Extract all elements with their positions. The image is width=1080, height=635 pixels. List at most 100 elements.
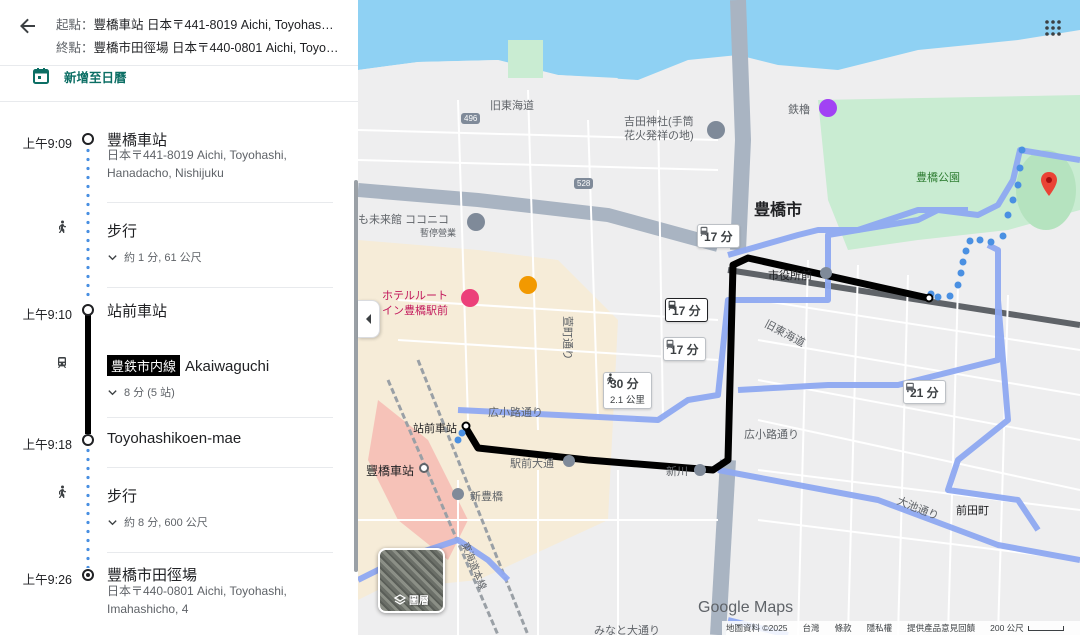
maps-app: 起點：豐橋車站 日本〒441-8019 Aichi, Toyohashi, Ha… (0, 0, 1080, 635)
directions-panel: 起點：豐橋車站 日本〒441-8019 Aichi, Toyohashi, Ha… (0, 0, 358, 635)
map-label-poi: 吉田神社(手筒 花火発祥の地) (624, 116, 694, 142)
walk-step-title: 步行 (107, 488, 138, 505)
stop-circle-icon (82, 304, 94, 316)
map-graphics (358, 0, 1080, 635)
stop-address: 日本〒440-0801 Aichi, Toyohashi, Imahashich… (107, 584, 287, 616)
layers-button[interactable]: 圖層 (378, 548, 445, 613)
map-canvas[interactable]: 旧東海道 吉田神社(手筒 花火発祥の地) 鉄櫓 豊橋公園 豊橋市 も未来館 ココ… (358, 0, 1080, 635)
chevron-down-icon (108, 389, 117, 395)
map-label-area: 前田町 (956, 505, 989, 517)
chevron-left-icon (365, 314, 371, 324)
walking-route-chip[interactable]: 30 分 2.1 公里 (603, 372, 652, 409)
chevron-down-icon (108, 519, 117, 525)
walk-dotted-line (86, 146, 90, 302)
apps-grid-icon[interactable] (1043, 18, 1063, 38)
map-label-road: 広小路通り (744, 429, 799, 441)
stop-time: 上午9:26 (22, 573, 72, 587)
map-label-road: みなと大通り (594, 625, 660, 635)
destination-value: 豐橋市田徑場 日本〒440-0801 Aichi, Toyohashi, Ima… (93, 41, 340, 55)
walking-icon (58, 485, 66, 498)
walk-step-detail: 約 8 分, 600 公尺 (124, 517, 208, 529)
map-label-stop: 市役所前 (768, 270, 812, 282)
walking-distance: 2.1 公里 (610, 395, 645, 406)
stop-name[interactable]: 站前車站 (107, 300, 167, 321)
map-label-poi: ホテルルート (382, 290, 448, 302)
region-link[interactable]: 台灣 (803, 622, 820, 634)
divider (107, 287, 333, 288)
map-label-city: 豊橋市 (754, 202, 803, 219)
transit-step-expand[interactable]: 8 分 (5 站) (107, 384, 175, 400)
route-duration-chip-selected[interactable]: 17 分 (665, 298, 708, 322)
stop-address: 日本〒441-8019 Aichi, Toyohashi, Hanadacho,… (107, 148, 287, 180)
divider (107, 417, 333, 418)
map-label-poi: イン豊橋駅前 (382, 305, 448, 317)
stop-circle-icon (82, 133, 94, 145)
transit-step-detail: 8 分 (5 站) (124, 387, 175, 399)
walk-step-expand[interactable]: 約 8 分, 600 公尺 (107, 514, 208, 530)
map-label-road: 駅前大通 (510, 458, 554, 470)
divider (107, 467, 333, 468)
add-to-calendar-label: 新增至日曆 (64, 71, 127, 85)
privacy-link[interactable]: 隱私權 (867, 622, 893, 634)
map-footer: 地圖資料 ©2025 台灣 條款 隱私權 提供產品意見回饋 200 公尺 (722, 621, 1080, 635)
map-label-stop: 新川 (666, 466, 688, 478)
walk-dotted-line (86, 446, 90, 568)
stop-name[interactable]: Toyohashikoen-mae (107, 430, 241, 447)
bus-duration-chip[interactable]: 21 分 (903, 380, 946, 404)
walk-step-detail: 約 1 分, 61 公尺 (124, 252, 202, 264)
layers-label: 圖層 (409, 596, 429, 607)
map-label-road: 旧東海道 (490, 100, 534, 112)
divider (107, 202, 333, 203)
scale-control[interactable]: 200 公尺 (990, 622, 1064, 634)
tram-icon (700, 226, 708, 237)
calendar-icon (33, 68, 49, 84)
walking-chip-row: 30 分 (607, 373, 639, 392)
layers-icon (394, 593, 406, 605)
google-maps-logo: Google Maps (698, 599, 794, 616)
chevron-down-icon (108, 254, 117, 260)
transit-line-badge: 豊鉄市内線 (107, 355, 181, 376)
walk-step-expand[interactable]: 約 1 分, 61 公尺 (107, 249, 202, 265)
tram-icon (58, 357, 66, 368)
add-to-calendar-button[interactable]: 新增至日曆 (0, 66, 358, 102)
scale-label: 200 公尺 (990, 623, 1024, 633)
bus-icon (906, 382, 914, 393)
back-button[interactable] (14, 12, 42, 40)
destination-prefix: 終點： (56, 41, 94, 55)
map-copyright: 地圖資料 ©2025 (726, 623, 788, 633)
map-label-poi: 鉄櫓 (788, 104, 810, 116)
divider (107, 552, 333, 553)
map-label-road: 萱町通り (561, 316, 573, 360)
stop-time: 上午9:18 (22, 438, 72, 452)
scale-bar (1027, 626, 1064, 631)
tram-icon (668, 300, 676, 311)
stop-time: 上午9:09 (22, 137, 72, 151)
stop-circle-icon (82, 434, 94, 446)
tram-icon (666, 339, 674, 350)
origin-value: 豐橋車站 日本〒441-8019 Aichi, Toyohashi, Hanad… (93, 18, 340, 32)
route-duration-chip[interactable]: 17 分 (663, 337, 706, 361)
route-shield: 528 (574, 178, 594, 189)
map-label-stop: 新豊橋 (470, 491, 503, 503)
walking-icon (607, 373, 614, 385)
terms-link[interactable]: 條款 (835, 622, 852, 634)
walking-icon (58, 220, 66, 233)
map-label-stop: 站前車站 (413, 423, 457, 435)
origin-text[interactable]: 起點：豐橋車站 日本〒441-8019 Aichi, Toyohashi, Ha… (56, 14, 340, 33)
transit-headsign: Akaiwaguchi (185, 358, 270, 375)
destination-pin-icon[interactable] (1040, 172, 1058, 196)
map-label-poi: も未来館 ココニコ (358, 214, 450, 226)
origin-prefix: 起點： (56, 18, 94, 32)
destination-text[interactable]: 終點：豐橋市田徑場 日本〒440-0801 Aichi, Toyohashi, … (56, 37, 340, 56)
transit-line-row: 豊鉄市内線 Akaiwaguchi (107, 355, 269, 376)
route-duration-chip[interactable]: 17 分 (697, 224, 740, 248)
collapse-panel-button[interactable] (358, 300, 380, 338)
stop-time: 上午9:10 (22, 308, 72, 322)
feedback-link[interactable]: 提供產品意見回饋 (907, 622, 975, 634)
map-label-poi-status: 暫停營業 (420, 228, 457, 238)
destination-circle-icon (82, 569, 94, 581)
directions-header: 起點：豐橋車站 日本〒441-8019 Aichi, Toyohashi, Ha… (0, 0, 358, 66)
map-label-park: 豊橋公園 (916, 172, 960, 184)
route-shield: 496 (461, 113, 481, 124)
walk-step-title: 步行 (107, 223, 138, 240)
